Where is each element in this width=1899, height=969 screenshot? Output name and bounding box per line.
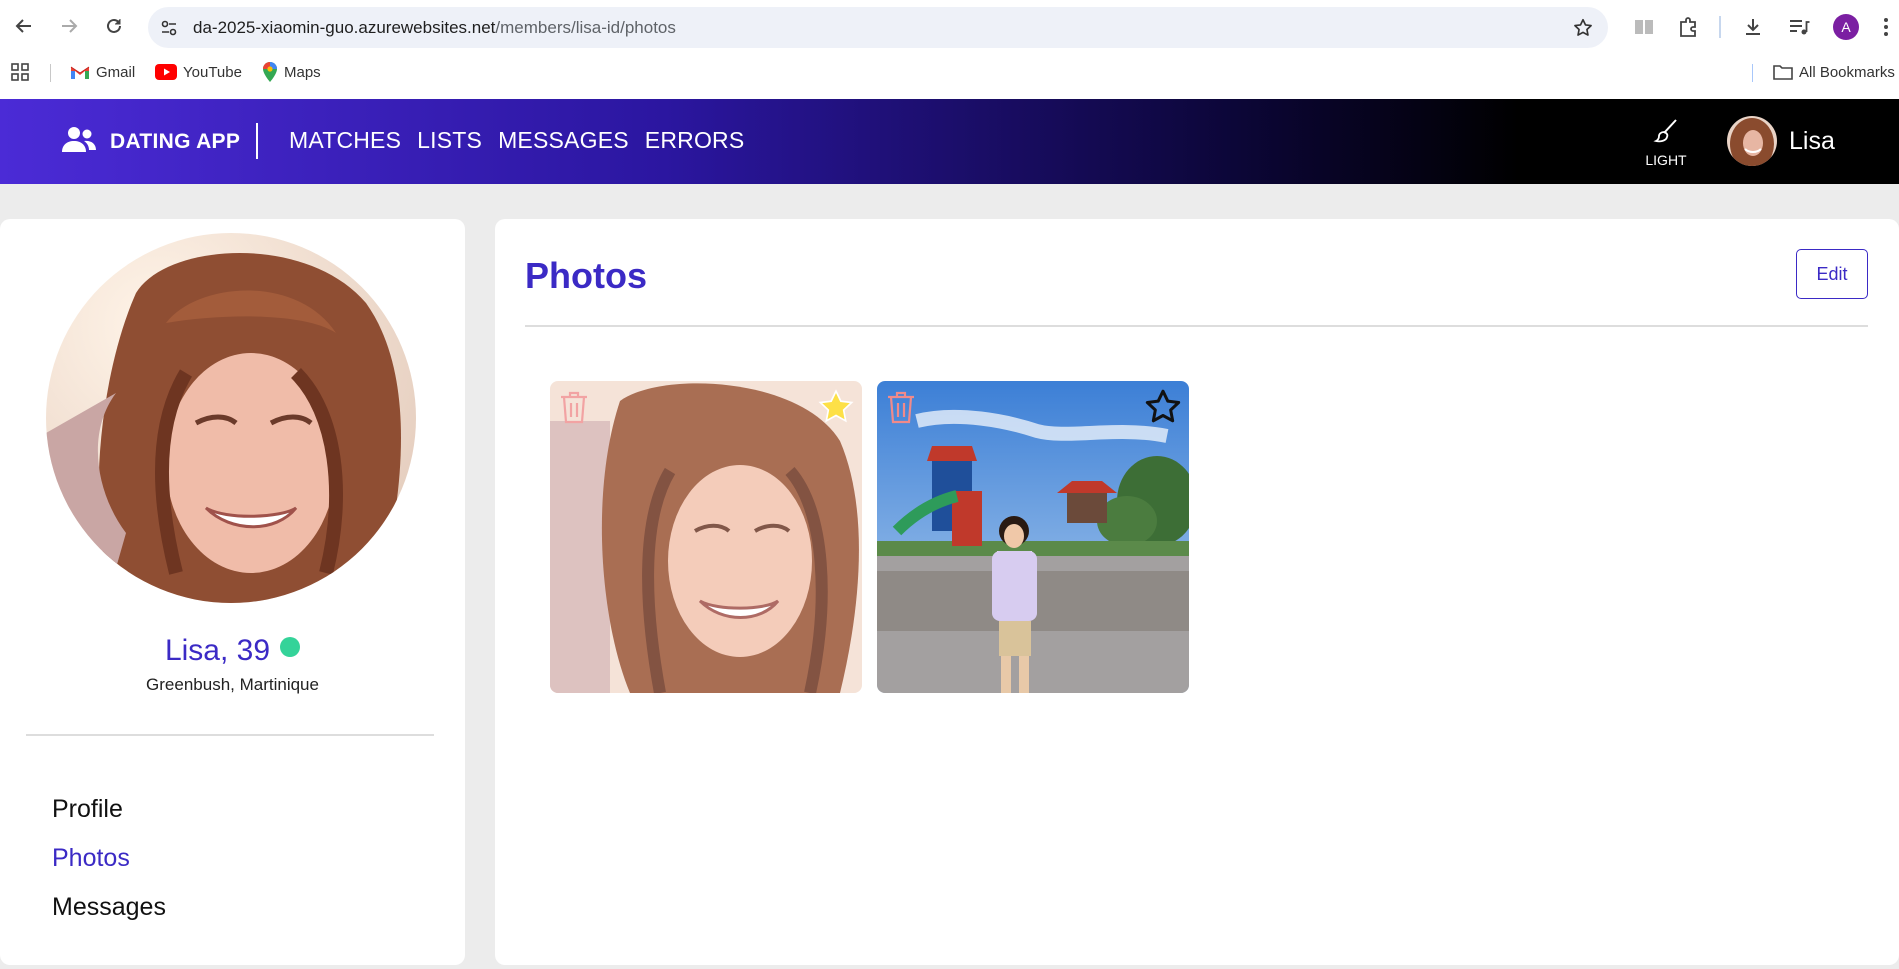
- nav-link-errors[interactable]: ERRORS: [645, 127, 745, 154]
- bookmark-youtube[interactable]: YouTube: [155, 60, 242, 84]
- brand-link[interactable]: DATING APP: [62, 125, 240, 158]
- user-name: Lisa: [1789, 126, 1835, 155]
- photo-tile[interactable]: [550, 381, 862, 693]
- bookmark-star-icon[interactable]: [1572, 17, 1594, 39]
- browser-chrome: da-2025-xiaomin-guo.azurewebsites.net/me…: [0, 0, 1899, 99]
- all-bookmarks-label: All Bookmarks: [1799, 63, 1895, 81]
- bookmark-label: YouTube: [183, 63, 242, 81]
- paintbrush-icon: [1652, 119, 1680, 149]
- bookmark-label: Gmail: [96, 63, 136, 81]
- main-nav: MATCHES LISTS MESSAGES ERRORS: [289, 127, 744, 154]
- photos-card: Photos Edit: [495, 219, 1899, 965]
- profile-menu: Profile Photos Messages: [52, 795, 166, 942]
- delete-photo-icon[interactable]: [558, 389, 590, 425]
- url-host: da-2025-xiaomin-guo.azurewebsites.net: [193, 18, 496, 37]
- profile-menu-messages[interactable]: Messages: [52, 893, 166, 922]
- forward-icon[interactable]: [55, 12, 83, 40]
- edit-button[interactable]: Edit: [1796, 249, 1868, 299]
- url-path: /members/lisa-id/photos: [495, 18, 676, 37]
- profile-photo: [46, 233, 416, 603]
- browser-profile-avatar[interactable]: A: [1833, 14, 1859, 40]
- title-divider: [525, 325, 1868, 327]
- profile-name: Lisa, 39: [0, 634, 465, 668]
- profile-menu-photos[interactable]: Photos: [52, 844, 166, 873]
- reading-mode-icon[interactable]: [1631, 14, 1657, 40]
- reload-icon[interactable]: [100, 12, 128, 40]
- profile-menu-profile[interactable]: Profile: [52, 795, 166, 824]
- bookmark-gmail[interactable]: Gmail: [70, 60, 135, 84]
- apps-grid-icon[interactable]: [10, 60, 30, 84]
- page-title: Photos: [525, 255, 647, 296]
- bookmark-maps[interactable]: Maps: [262, 60, 321, 84]
- nav-link-messages[interactable]: MESSAGES: [498, 127, 629, 154]
- site-settings-icon[interactable]: [158, 17, 180, 39]
- users-icon: [62, 125, 96, 158]
- toolbar-separator: [1719, 16, 1721, 38]
- youtube-icon: [155, 64, 177, 80]
- browser-menu-icon[interactable]: [1876, 14, 1896, 40]
- bookmarks-separator: [1752, 64, 1753, 82]
- set-main-star-icon[interactable]: [1143, 387, 1183, 427]
- extensions-icon[interactable]: [1675, 14, 1701, 40]
- app-navbar: DATING APP MATCHES LISTS MESSAGES ERRORS…: [0, 99, 1899, 184]
- profile-name-age: Lisa, 39: [164, 634, 271, 667]
- gmail-icon: [70, 65, 90, 80]
- browser-toolbar: da-2025-xiaomin-guo.azurewebsites.net/me…: [0, 0, 1899, 54]
- address-bar[interactable]: da-2025-xiaomin-guo.azurewebsites.net/me…: [148, 7, 1608, 48]
- online-status-dot: [280, 637, 301, 657]
- nav-link-matches[interactable]: MATCHES: [289, 127, 401, 154]
- maps-icon: [262, 62, 278, 82]
- download-icon[interactable]: [1740, 14, 1766, 40]
- bookmarks-separator: [50, 64, 51, 82]
- bookmarks-bar: Gmail YouTube Maps All Bookmarks: [0, 56, 1899, 88]
- url-text: da-2025-xiaomin-guo.azurewebsites.net/me…: [193, 18, 676, 38]
- photo-tile[interactable]: [877, 381, 1189, 693]
- user-avatar: [1727, 116, 1777, 166]
- folder-icon: [1773, 64, 1793, 80]
- all-bookmarks[interactable]: All Bookmarks: [1773, 60, 1895, 84]
- theme-label: LIGHT: [1645, 152, 1687, 168]
- profile-location: Greenbush, Martinique: [146, 675, 319, 694]
- photo-image-portrait: [550, 381, 862, 693]
- main-photo-star-icon[interactable]: [816, 387, 856, 427]
- delete-photo-icon[interactable]: [885, 389, 917, 425]
- brand-divider: [256, 123, 258, 159]
- photo-image-playground: [877, 381, 1189, 693]
- theme-toggle[interactable]: LIGHT: [1640, 117, 1692, 168]
- profile-divider: [26, 734, 434, 736]
- brand-name: DATING APP: [110, 129, 241, 153]
- profile-card: Lisa, 39 Greenbush, Martinique Profile P…: [0, 219, 465, 965]
- bookmark-label: Maps: [284, 63, 321, 81]
- user-menu[interactable]: Lisa: [1727, 116, 1835, 166]
- nav-link-lists[interactable]: LISTS: [417, 127, 482, 154]
- back-icon[interactable]: [10, 12, 38, 40]
- media-controls-icon[interactable]: [1786, 14, 1812, 40]
